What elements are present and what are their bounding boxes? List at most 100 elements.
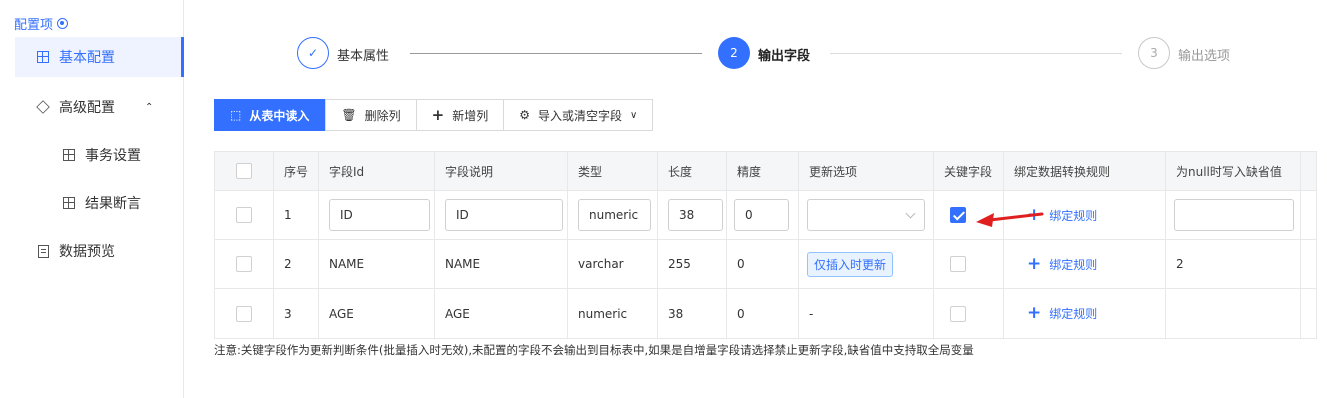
row-checkbox[interactable] [236,207,252,223]
default-value-cell [1166,289,1301,338]
field-id-cell: ID [319,191,435,239]
sidebar-title-text: 配置项 [14,18,54,33]
length-cell: 255 [658,240,727,288]
sidebar-item-basic-config[interactable]: 基本配置 [15,37,184,77]
chevron-down-icon [905,208,916,218]
column-header: 类型 [568,152,658,190]
length-input[interactable]: 38 [668,199,723,231]
column-header: 字段Id [319,152,435,190]
update-option-cell: 仅插入时更新 [799,240,934,288]
key-field-checkbox[interactable] [950,207,966,223]
update-option-cell: - [799,289,934,338]
key-field-checkbox[interactable] [950,256,966,272]
precision-input[interactable]: 0 [734,199,789,231]
sidebar-item-label: 数据预览 [59,244,115,260]
field-id-cell: NAME [319,240,435,288]
bind-rule-cell: + 绑定规则 [1004,289,1166,338]
sidebar-item-label: 结果断言 [85,196,141,212]
chevron-up-icon[interactable]: ⌃ [145,102,153,113]
step-connector [830,53,1122,54]
precision-cell: 0 [727,191,799,239]
type-cell: varchar [568,240,658,288]
bind-rule-link[interactable]: + 绑定规则 [1027,305,1097,322]
check-icon: ✓ [307,46,319,60]
plus-icon: + [1027,253,1042,274]
sidebar: 配置项 基本配置 高级配置 ⌃ 事务设置 结果断言 数据预览 [0,0,184,398]
default-value-cell: 2 [1166,240,1301,288]
row-index: 3 [274,289,319,338]
column-header: 精度 [727,152,799,190]
toolbar: ⬚ 从表中读入 🗑 删除列 + 新增列 ⚙ 导入或清空字段 ∨ [214,99,654,131]
length-cell: 38 [658,289,727,338]
sidebar-item-label: 事务设置 [85,148,141,164]
step-3-label: 输出选项 [1178,49,1231,64]
field-id-input[interactable]: ID [329,199,430,231]
column-header: 更新选项 [799,152,934,190]
preview-icon [38,244,49,258]
grid-icon [37,51,49,63]
table-row: 2 NAME NAME varchar 255 0 仅插入时更新 + 绑定规则 2 [215,240,1316,289]
table-row: 3 AGE AGE numeric 38 0 - + 绑定规则 [215,289,1316,338]
trash-icon: 🗑 [341,108,357,122]
column-header: 绑定数据转换规则 [1004,152,1166,190]
import-clear-dropdown[interactable]: ⚙ 导入或清空字段 ∨ [504,99,654,131]
type-cell: numeric [568,191,658,239]
row-select-cell [215,240,274,288]
target-icon[interactable] [57,18,69,29]
precision-cell: 0 [727,289,799,338]
row-index: 2 [274,240,319,288]
column-header: 字段说明 [435,152,568,190]
update-option-cell [799,191,934,239]
length-cell: 38 [658,191,727,239]
select-icon: ⬚ [230,108,242,122]
bind-rule-label: 绑定规则 [1049,307,1098,321]
step-2-number: 2 [730,46,738,60]
bind-rule-label: 绑定规则 [1049,257,1098,272]
cube-icon [36,100,50,114]
key-field-checkbox[interactable] [950,305,966,322]
add-column-button[interactable]: + 新增列 [416,99,505,131]
step-2-circle: 2 [718,37,750,69]
step-3-circle: 3 [1138,37,1170,69]
sidebar-title: 配置项 [14,14,69,33]
precision-cell: 0 [727,240,799,288]
update-option-tag[interactable]: 仅插入时更新 [807,251,894,277]
key-field-cell [934,240,1004,288]
select-all-cell [215,152,274,190]
step-1-label: 基本属性 [337,49,390,64]
default-value-input[interactable] [1174,199,1294,231]
sidebar-item-data-preview[interactable]: 数据预览 [38,241,115,261]
field-id-cell: AGE [319,289,435,338]
field-desc-input[interactable]: ID [445,199,563,231]
row-checkbox[interactable] [236,305,252,322]
select-all-checkbox[interactable] [236,163,252,179]
step-2-label: 输出字段 [758,49,811,64]
delete-column-button[interactable]: 🗑 删除列 [325,99,417,131]
import-clear-label: 导入或清空字段 [537,108,622,123]
row-index: 1 [274,191,319,239]
sidebar-item-advanced-config[interactable]: 高级配置 ⌃ [36,97,153,117]
update-option-select[interactable] [807,199,925,231]
column-header: 为null时写入缺省值 [1166,152,1301,190]
bind-rule-link[interactable]: + 绑定规则 [1027,253,1098,274]
table-row: 1 ID ID numeric 38 0 +绑定规则 [215,191,1316,240]
grid-icon [63,149,75,161]
row-select-cell [215,191,274,239]
bind-rule-cell: + 绑定规则 [1004,240,1166,288]
type-input[interactable]: numeric [578,199,651,231]
row-select-cell [215,289,274,338]
annotation-arrow [976,212,1044,227]
chevron-down-icon: ∨ [629,109,638,121]
step-connector [410,53,702,54]
plus-icon: + [431,106,445,124]
row-checkbox[interactable] [236,256,252,272]
sidebar-item-label: 基本配置 [59,50,115,66]
plus-icon: + [1027,303,1042,323]
read-from-table-button[interactable]: ⬚ 从表中读入 [214,99,326,131]
field-desc-cell: NAME [435,240,568,288]
type-cell: numeric [568,289,658,338]
sidebar-item-transaction[interactable]: 事务设置 [63,145,141,165]
step-1-circle: ✓ [297,37,329,69]
add-column-label: 新增列 [452,108,489,123]
sidebar-item-assertion[interactable]: 结果断言 [63,193,141,213]
